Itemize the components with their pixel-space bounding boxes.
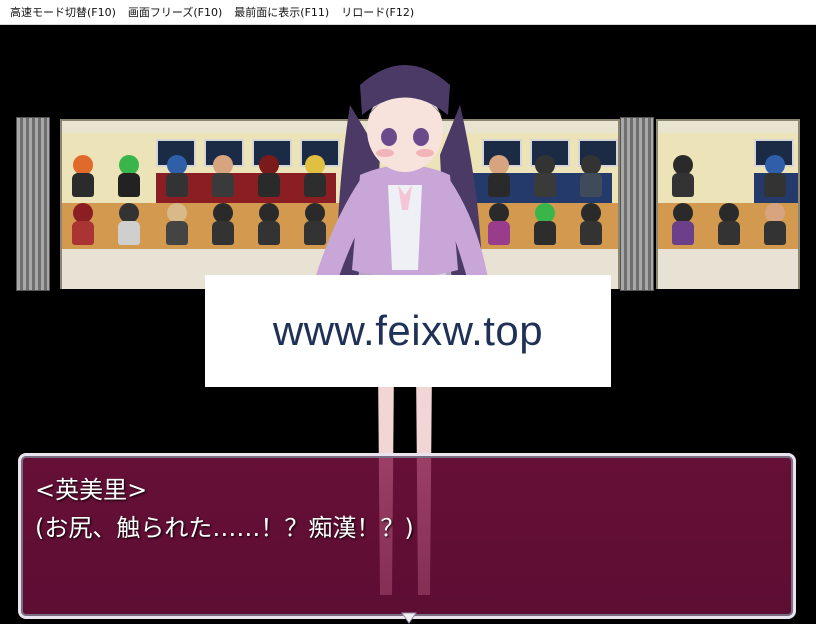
passenger-sprite [210,155,236,199]
train-connector-left [16,117,50,291]
menu-freeze-screen[interactable]: 画面フリーズ(F10) [122,0,228,25]
train-connector-middle [620,117,654,291]
passenger-sprite [164,155,190,199]
watermark-text: www.feixw.top [272,307,544,354]
passenger-sprite [716,203,742,247]
passenger-sprite [532,155,558,199]
passenger-sprite [210,203,236,247]
passenger-sprite [578,155,604,199]
passenger-sprite [116,203,142,247]
passenger-sprite [70,203,96,247]
passenger-sprite [670,203,696,247]
menu-fast-mode[interactable]: 高速モード切替(F10) [4,0,122,25]
passenger-sprite [670,155,696,199]
dialogue-text: (お尻、触られた……！？痴漢！？) [35,514,414,542]
passenger-sprite [256,155,282,199]
menu-always-on-top[interactable]: 最前面に表示(F11) [228,0,335,25]
next-arrow-icon[interactable] [401,611,417,624]
passenger-sprite [116,155,142,199]
passenger-sprite [762,203,788,247]
speaker-name: <英美里> [35,476,148,504]
game-screen[interactable]: www.feixw.top <英美里> (お尻、触られた……！？痴漢！？) [0,25,816,624]
watermark-banner: www.feixw.top [205,275,611,387]
menu-reload[interactable]: リロード(F12) [335,0,420,25]
message-window[interactable]: <英美里> (お尻、触られた……！？痴漢！？) [18,453,796,624]
passenger-sprite [164,203,190,247]
passenger-sprite [256,203,282,247]
passenger-sprite [578,203,604,247]
passenger-sprite [70,155,96,199]
passenger-sprite [532,203,558,247]
menu-bar: 高速モード切替(F10) 画面フリーズ(F10) 最前面に表示(F11) リロー… [0,0,816,25]
passenger-sprite [762,155,788,199]
